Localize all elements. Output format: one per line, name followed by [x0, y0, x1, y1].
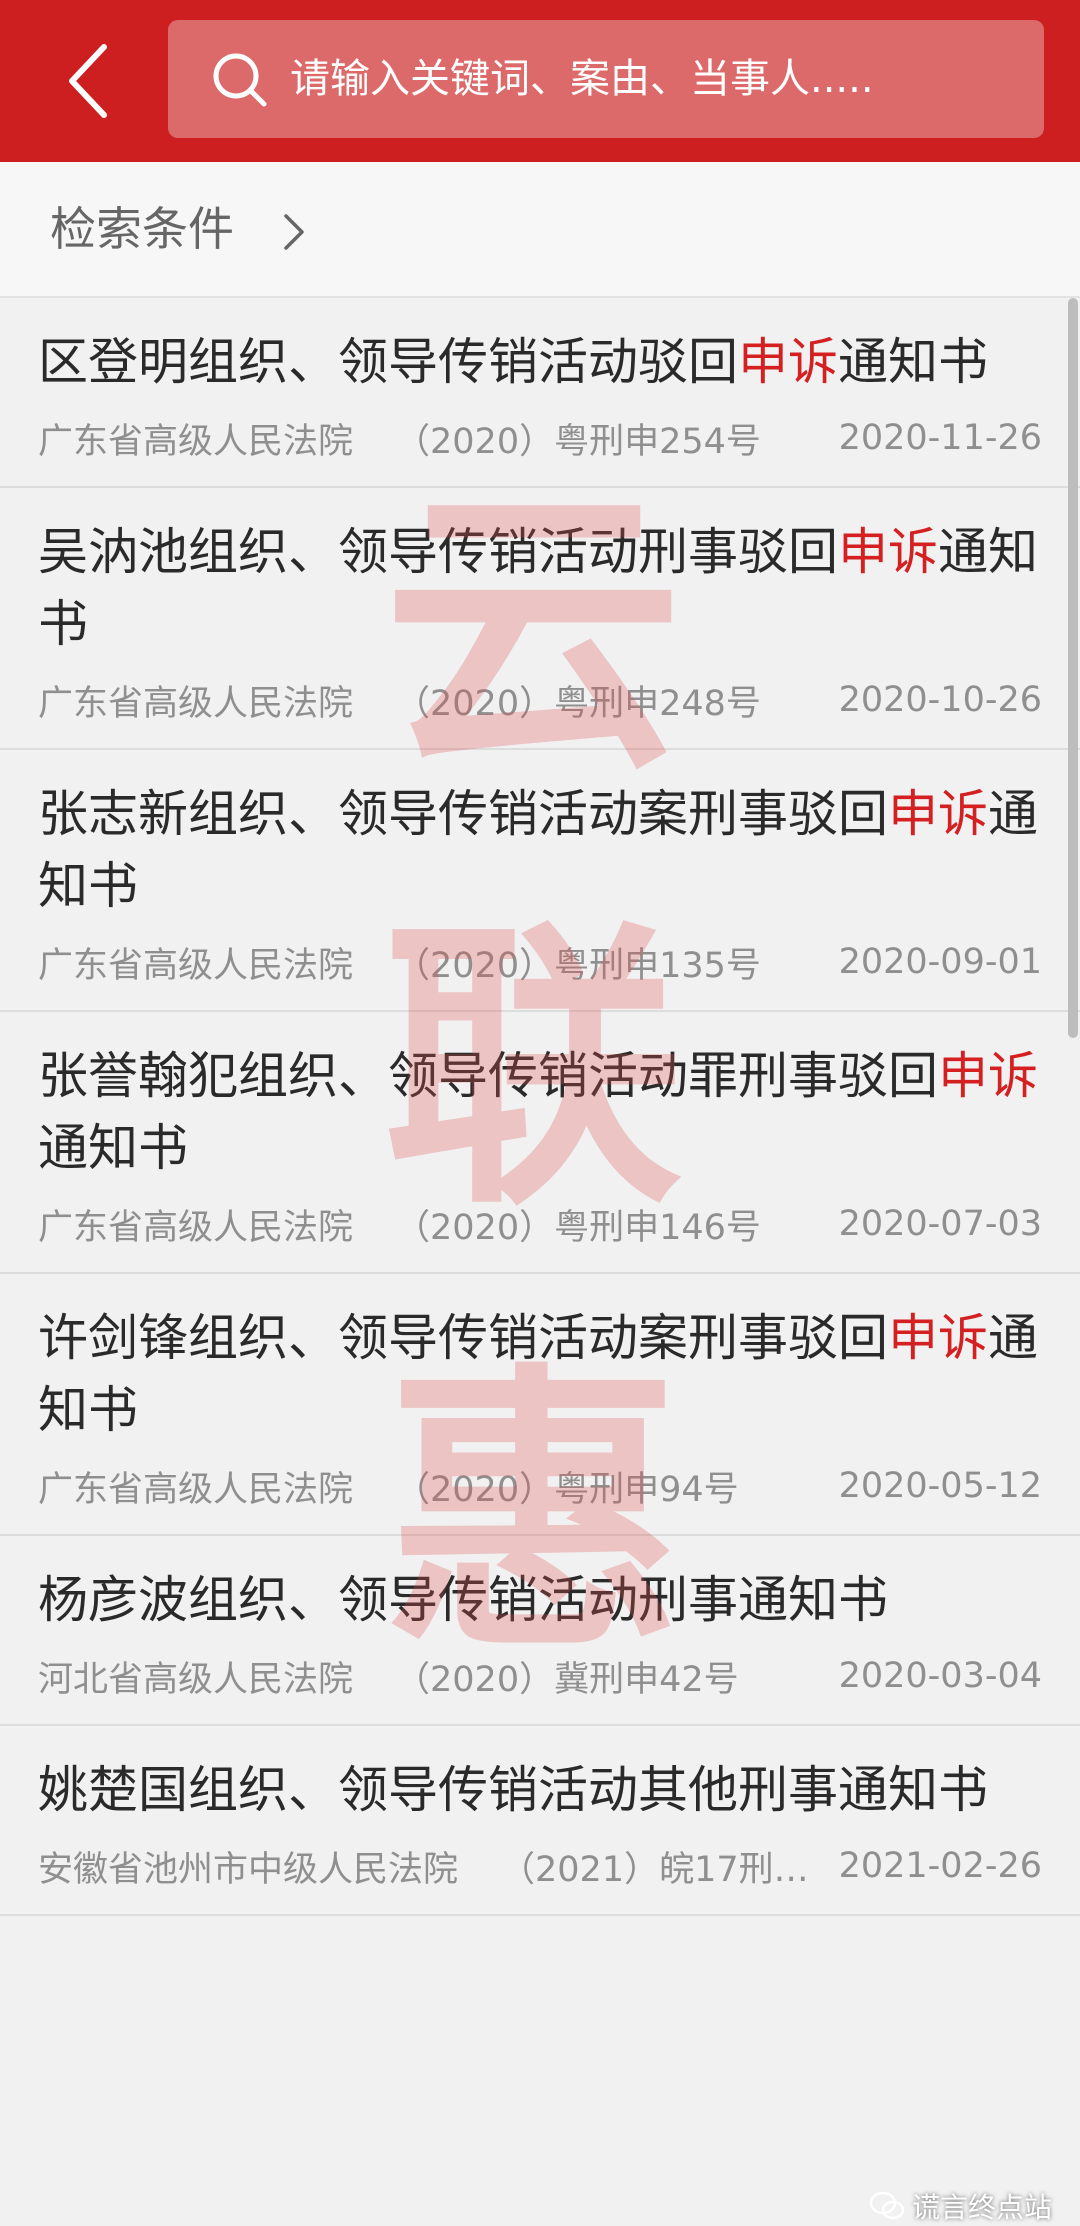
result-court: 广东省高级人民法院 — [38, 683, 354, 724]
chevron-left-icon — [69, 44, 107, 118]
result-item[interactable]: 许剑锋组织、领导传销活动案刑事驳回申诉通知书广东省高级人民法院 （2020）粤刑申… — [0, 1274, 1080, 1536]
result-title: 区登明组织、领导传销活动驳回申诉通知书 — [38, 326, 1042, 398]
result-date: 2020-03-04 — [838, 1656, 1042, 1696]
result-item[interactable]: 区登明组织、领导传销活动驳回申诉通知书广东省高级人民法院 （2020）粤刑申254… — [0, 298, 1080, 488]
result-court: 广东省高级人民法院 — [38, 1469, 354, 1510]
result-date: 2020-11-26 — [838, 418, 1042, 458]
result-case-number: （2020）粤刑申248号 — [395, 683, 761, 724]
search-input[interactable]: 请输入关键词、案由、当事人..... — [168, 20, 1044, 138]
result-court: 河北省高级人民法院 — [38, 1659, 354, 1700]
title-text: 张誉翰犯组织、领导传销活动罪刑事驳回 — [38, 1047, 938, 1105]
result-meta: 广东省高级人民法院 （2020）粤刑申135号 2020-09-01 — [38, 936, 1042, 988]
result-item[interactable]: 张志新组织、领导传销活动案刑事驳回申诉通知书广东省高级人民法院 （2020）粤刑申… — [0, 750, 1080, 1012]
result-case-number: （2020）粤刑申146号 — [395, 1207, 761, 1248]
result-case-number: （2020）粤刑申254号 — [395, 421, 761, 462]
result-title: 张志新组织、领导传销活动案刑事驳回申诉通知书 — [38, 778, 1042, 922]
result-case-number: （2021）皖17刑申1... — [500, 1849, 821, 1890]
scrollbar[interactable] — [1068, 298, 1078, 1038]
back-button[interactable] — [48, 36, 128, 126]
search-conditions-label: 检索条件 — [50, 202, 234, 256]
result-date: 2020-05-12 — [838, 1466, 1042, 1506]
result-court: 广东省高级人民法院 — [38, 945, 354, 986]
title-highlight: 申诉 — [938, 1047, 1038, 1105]
result-meta: 广东省高级人民法院 （2020）粤刑申254号 2020-11-26 — [38, 412, 1042, 464]
result-date: 2020-10-26 — [838, 680, 1042, 720]
title-highlight: 申诉 — [888, 1309, 988, 1367]
result-title: 许剑锋组织、领导传销活动案刑事驳回申诉通知书 — [38, 1302, 1042, 1446]
result-court: 安徽省池州市中级人民法院 — [38, 1849, 459, 1890]
result-title: 杨彦波组织、领导传销活动刑事通知书 — [38, 1564, 1042, 1636]
result-title: 张誉翰犯组织、领导传销活动罪刑事驳回申诉通知书 — [38, 1040, 1042, 1184]
wechat-icon — [870, 2191, 904, 2220]
result-title: 吴汭池组织、领导传销活动刑事驳回申诉通知书 — [38, 516, 1042, 660]
result-meta: 广东省高级人民法院 （2020）粤刑申94号 2020-05-12 — [38, 1460, 1042, 1512]
result-date: 2020-07-03 — [838, 1204, 1042, 1244]
result-date: 2021-02-26 — [838, 1846, 1042, 1886]
result-item[interactable]: 张誉翰犯组织、领导传销活动罪刑事驳回申诉通知书广东省高级人民法院 （2020）粤刑… — [0, 1012, 1080, 1274]
title-text: 通知书 — [38, 1119, 188, 1177]
result-meta: 河北省高级人民法院 （2020）冀刑申42号 2020-03-04 — [38, 1650, 1042, 1702]
title-text: 区登明组织、领导传销活动驳回 — [38, 333, 738, 391]
title-highlight: 申诉 — [838, 523, 938, 581]
result-item[interactable]: 杨彦波组织、领导传销活动刑事通知书河北省高级人民法院 （2020）冀刑申42号 20… — [0, 1536, 1080, 1726]
result-meta: 广东省高级人民法院 （2020）粤刑申146号 2020-07-03 — [38, 1198, 1042, 1250]
search-icon — [213, 53, 267, 107]
search-placeholder: 请输入关键词、案由、当事人..... — [290, 56, 874, 102]
wechat-watermark: 谎言终点站 — [870, 2186, 1052, 2226]
result-meta: 安徽省池州市中级人民法院 （2021）皖17刑申1... 2021-02-26 — [38, 1840, 1042, 1892]
search-conditions-toggle[interactable]: 检索条件 — [0, 162, 1080, 296]
result-case-number: （2020）粤刑申94号 — [395, 1469, 739, 1510]
result-item[interactable]: 吴汭池组织、领导传销活动刑事驳回申诉通知书广东省高级人民法院 （2020）粤刑申2… — [0, 488, 1080, 750]
title-highlight: 申诉 — [888, 785, 988, 843]
title-text: 许剑锋组织、领导传销活动案刑事驳回 — [38, 1309, 888, 1367]
title-text: 吴汭池组织、领导传销活动刑事驳回 — [38, 523, 838, 581]
result-case-number: （2020）粤刑申135号 — [395, 945, 761, 986]
result-item[interactable]: 姚楚国组织、领导传销活动其他刑事通知书安徽省池州市中级人民法院 （2021）皖17… — [0, 1726, 1080, 1916]
result-date: 2020-09-01 — [838, 942, 1042, 982]
result-court: 广东省高级人民法院 — [38, 1207, 354, 1248]
chevron-right-icon — [284, 214, 304, 250]
title-text: 通知书 — [838, 333, 988, 391]
result-meta: 广东省高级人民法院 （2020）粤刑申248号 2020-10-26 — [38, 674, 1042, 726]
title-text: 姚楚国组织、领导传销活动其他刑事通知书 — [38, 1761, 988, 1819]
title-highlight: 申诉 — [738, 333, 838, 391]
result-court: 广东省高级人民法院 — [38, 421, 354, 462]
result-list: 区登明组织、领导传销活动驳回申诉通知书 广东省高级人民法院 （2020）粤刑申254… — [0, 296, 1080, 2220]
title-text: 张志新组织、领导传销活动案刑事驳回 — [38, 785, 888, 843]
result-case-number: （2020）冀刑申42号 — [395, 1659, 739, 1700]
title-text: 杨彦波组织、领导传销活动刑事通知书 — [38, 1571, 888, 1629]
top-bar: 请输入关键词、案由、当事人..... — [0, 0, 1080, 162]
wechat-label: 谎言终点站 — [912, 2191, 1053, 2224]
result-title: 姚楚国组织、领导传销活动其他刑事通知书 — [38, 1754, 1042, 1826]
